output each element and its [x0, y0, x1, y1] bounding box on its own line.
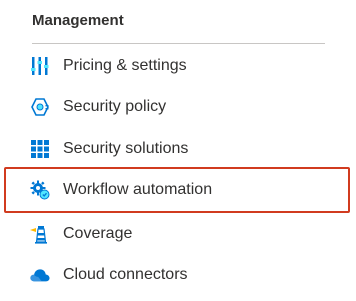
- nav-item-label: Cloud connectors: [63, 266, 188, 283]
- grid-solutions-icon: [30, 139, 50, 159]
- gear-automation-icon: [30, 180, 50, 200]
- nav-item-label: Security policy: [63, 98, 167, 115]
- nav-item-coverage[interactable]: Coverage: [4, 214, 350, 254]
- nav-item-pricing-settings[interactable]: Pricing & settings: [4, 46, 350, 86]
- lighthouse-icon: [30, 224, 50, 244]
- nav-item-label: Security solutions: [63, 140, 189, 157]
- nav-item-label: Workflow automation: [63, 181, 213, 198]
- nav-item-security-policy[interactable]: Security policy: [4, 87, 350, 127]
- nav-item-label: Pricing & settings: [63, 57, 187, 74]
- nav-item-label: Coverage: [63, 225, 133, 242]
- nav-item-workflow-automation[interactable]: Workflow automation: [4, 167, 350, 213]
- nav-item-security-solutions[interactable]: Security solutions: [4, 129, 350, 169]
- section-title: Management: [32, 12, 124, 29]
- pricing-bars-icon: [30, 56, 50, 76]
- nav-item-cloud-connectors[interactable]: Cloud connectors: [4, 255, 350, 295]
- cloud-icon: [30, 265, 50, 285]
- section-divider: [32, 43, 325, 44]
- security-policy-icon: [30, 97, 50, 117]
